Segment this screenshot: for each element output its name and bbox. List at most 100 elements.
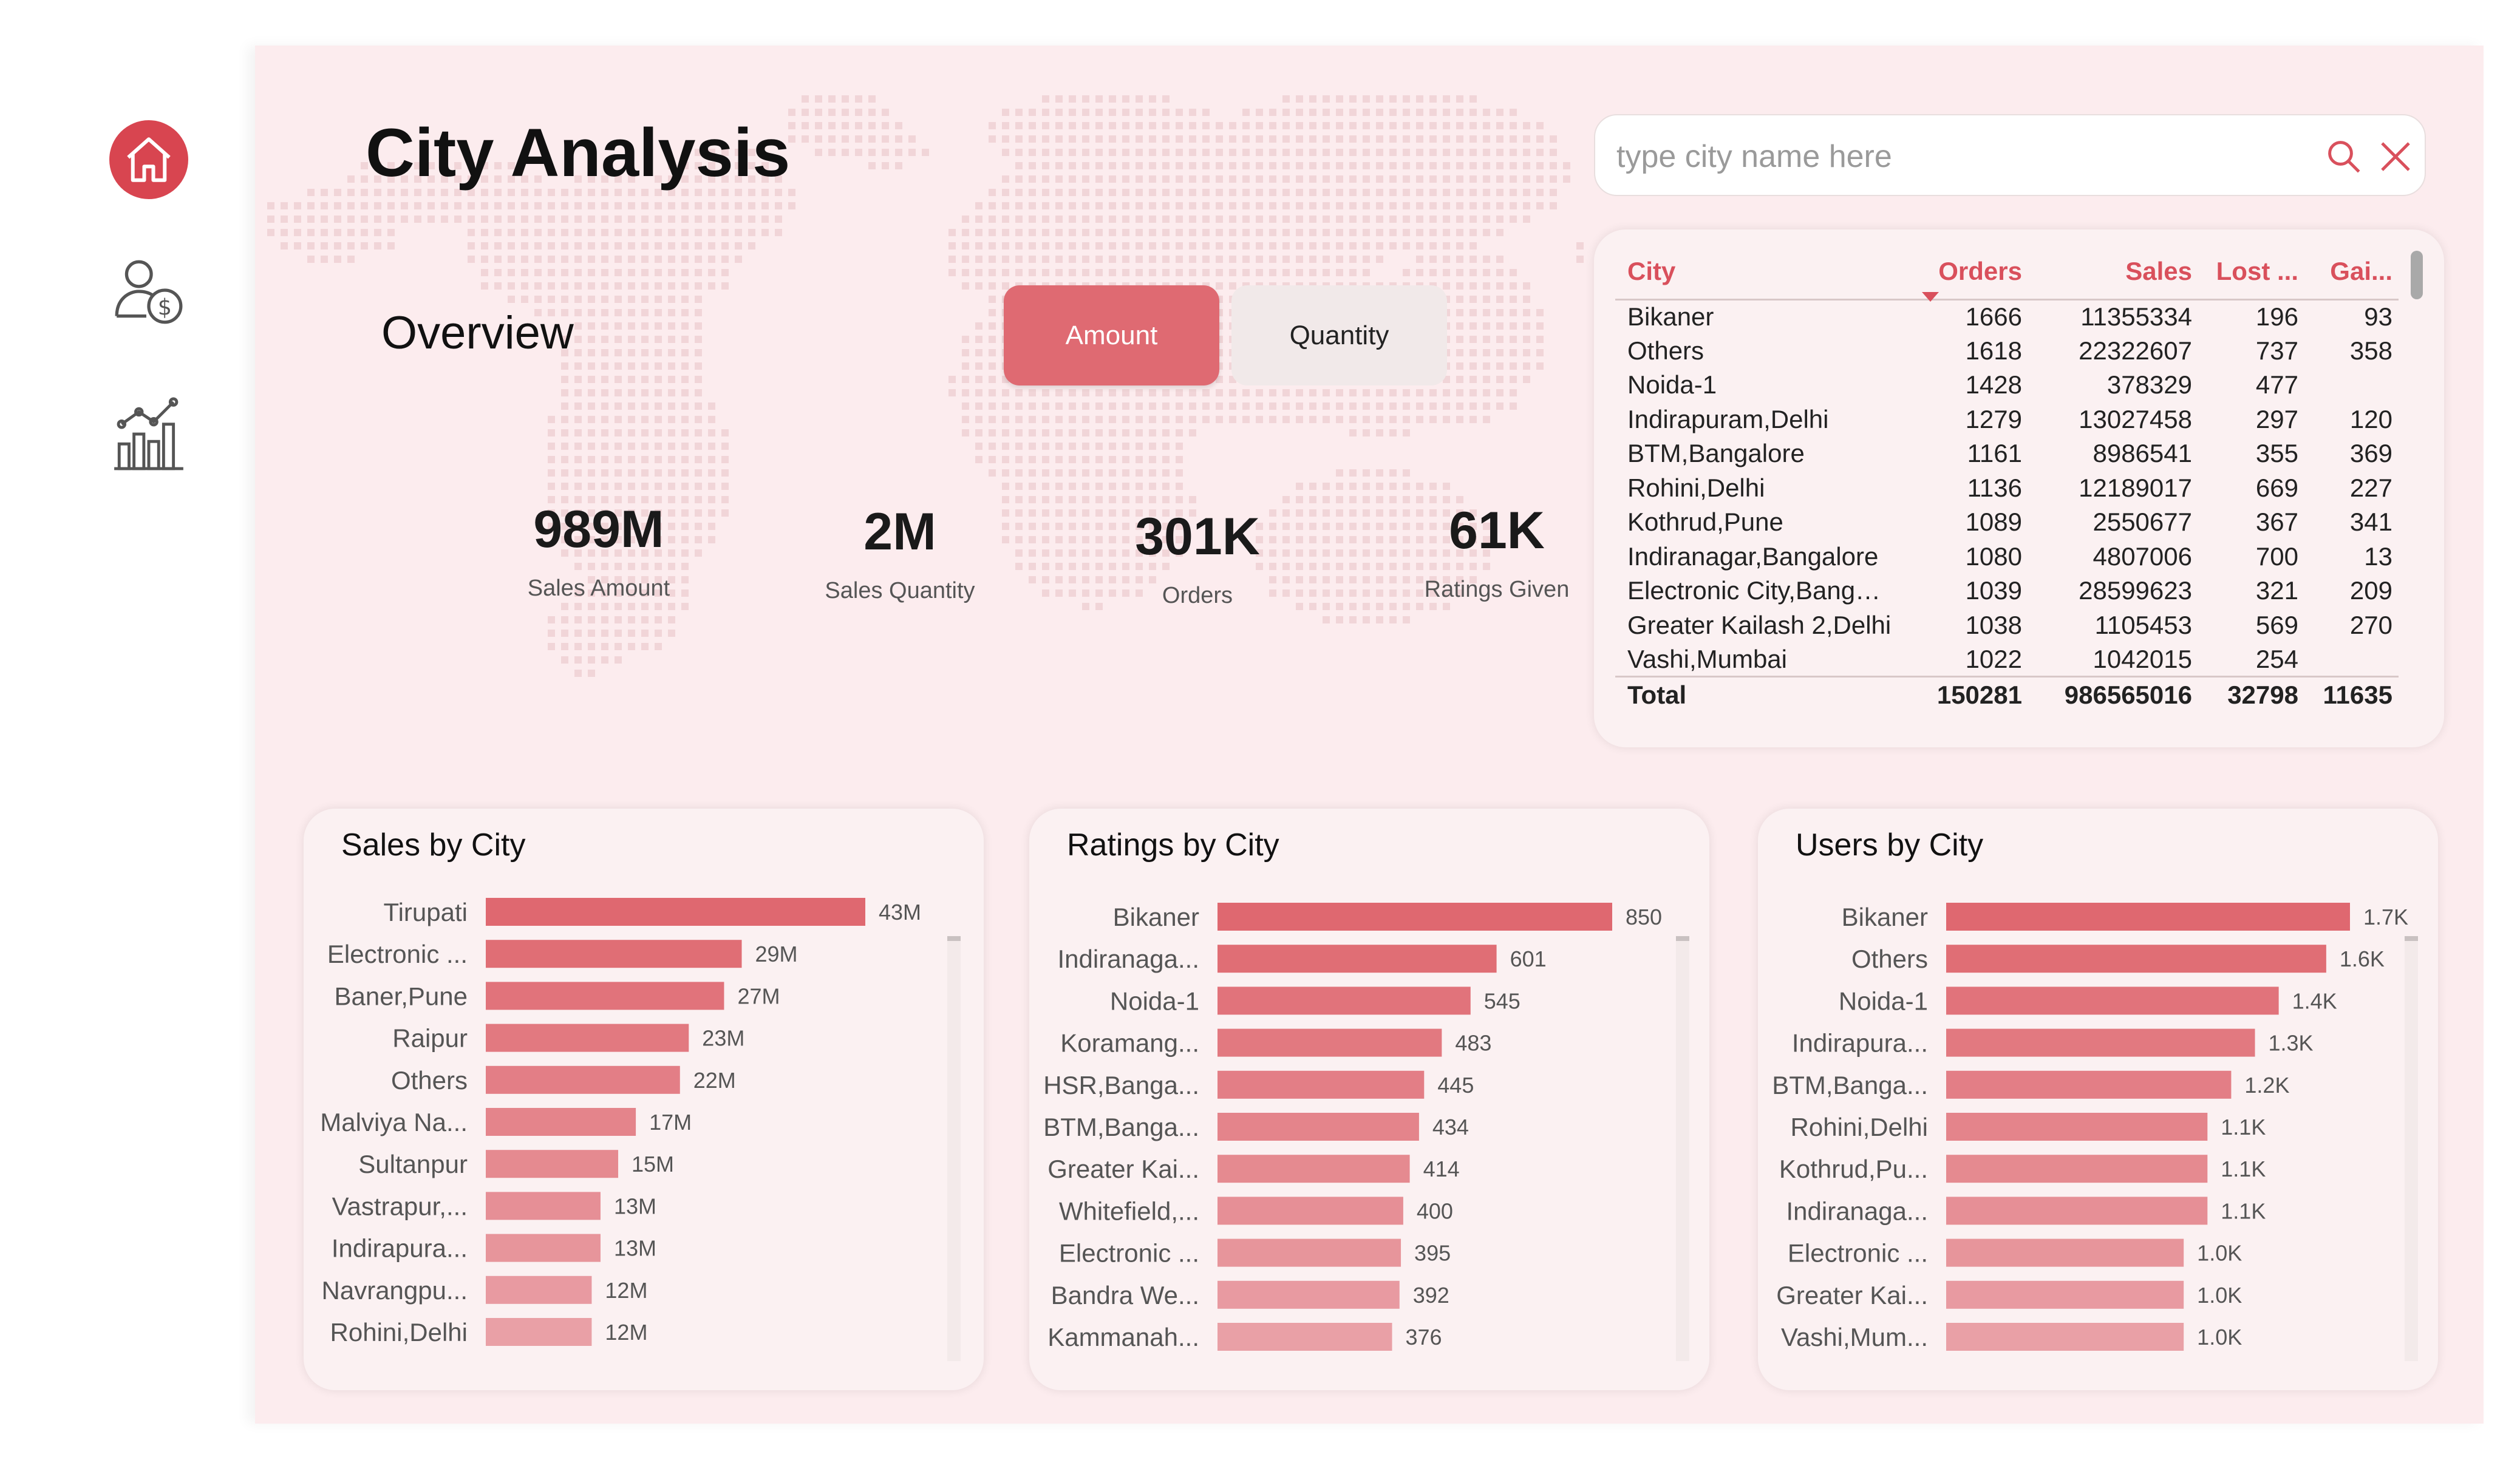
users-by-city-card: Users by City Bikaner 1.7K Others 1.6K Noida… <box>1758 809 2438 1390</box>
nav-analytics-button[interactable] <box>109 395 188 474</box>
category-label: Rohini,Delhi <box>1791 1113 1928 1141</box>
cell-lost: 321 <box>2255 576 2298 605</box>
category-label: Baner,Pune <box>334 982 468 1010</box>
column-header-lost[interactable]: Lost ... <box>2198 245 2304 299</box>
chart-scrollbar-thumb[interactable] <box>2405 936 2418 941</box>
bar[interactable] <box>486 1318 592 1346</box>
data-label: 1.3K <box>2269 1031 2314 1056</box>
table-row[interactable]: Kothrud,Pune 1089 2550677 367 341 <box>1615 505 2399 540</box>
bar[interactable] <box>1946 1238 2184 1267</box>
data-label: 1.7K <box>2363 905 2408 929</box>
cell-gained: 227 <box>2349 473 2392 502</box>
bar[interactable] <box>486 1275 592 1304</box>
table-row[interactable]: Noida-1 1428 378329 477 <box>1615 368 2399 402</box>
cell-orders: 1428 <box>1965 370 2022 399</box>
search-icon[interactable] <box>2324 137 2364 177</box>
bar[interactable] <box>1217 1197 1403 1225</box>
chart-scrollbar-thumb[interactable] <box>1676 936 1689 941</box>
table-row[interactable]: Bikaner 1666 11355334 196 93 <box>1615 299 2399 334</box>
bar[interactable] <box>1217 987 1471 1015</box>
bar[interactable] <box>1217 945 1497 973</box>
section-overview-heading: Overview <box>381 307 574 359</box>
bar[interactable] <box>1946 1070 2232 1099</box>
column-header-gained[interactable]: Gai... <box>2304 245 2399 299</box>
category-label: Kothrud,Pu... <box>1779 1155 1928 1183</box>
bar[interactable] <box>1946 1323 2184 1351</box>
cell-city: Indiranagar,Bangalore <box>1627 542 1879 571</box>
nav-customers-button[interactable]: $ <box>109 252 188 331</box>
data-label: 483 <box>1455 1031 1491 1056</box>
bar[interactable] <box>1946 987 2279 1015</box>
bar[interactable] <box>486 1065 680 1094</box>
table-row[interactable]: Electronic City,Bangal... 1039 28599623 321… <box>1615 574 2399 608</box>
nav-home-button[interactable] <box>109 120 188 199</box>
data-label: 392 <box>1413 1283 1449 1308</box>
bar[interactable] <box>486 940 742 968</box>
bar[interactable] <box>1946 1028 2255 1057</box>
chart-scrollbar[interactable] <box>1676 936 1689 1361</box>
bar[interactable] <box>1946 903 2350 931</box>
table-row[interactable]: Indiranagar,Bangalore 1080 4807006 700 13 <box>1615 540 2399 574</box>
table-row[interactable]: Greater Kailash 2,Delhi 1038 1105453 569 270 <box>1615 608 2399 643</box>
category-label: Vashi,Mum... <box>1781 1323 1928 1351</box>
chart-scrollbar[interactable] <box>2405 936 2418 1361</box>
table-scrollbar-thumb[interactable] <box>2411 251 2423 299</box>
data-label: 43M <box>879 900 921 925</box>
category-label: Whitefield,... <box>1059 1197 1199 1225</box>
bar[interactable] <box>486 1108 636 1136</box>
data-label: 23M <box>702 1026 744 1051</box>
svg-text:$: $ <box>158 294 172 321</box>
table-row[interactable]: BTM,Bangalore 1161 8986541 355 369 <box>1615 436 2399 471</box>
cell-sales: 378329 <box>2106 370 2192 399</box>
bar[interactable] <box>1946 1280 2184 1309</box>
data-label: 434 <box>1432 1115 1469 1139</box>
clear-search-icon[interactable] <box>2375 137 2416 177</box>
bar[interactable] <box>1946 1197 2208 1225</box>
bar[interactable] <box>486 1150 619 1178</box>
bar[interactable] <box>486 1234 601 1262</box>
cell-orders: 1089 <box>1965 508 2022 537</box>
table-row[interactable]: Vashi,Mumbai 1022 1042015 254 <box>1615 642 2399 677</box>
table-row[interactable]: Indirapuram,Delhi 1279 13027458 297 120 <box>1615 402 2399 437</box>
category-label: Navrangpu... <box>322 1276 468 1305</box>
column-header-orders[interactable]: Orders <box>1901 245 2028 299</box>
bar[interactable] <box>1946 1155 2208 1183</box>
bar[interactable] <box>1217 1155 1410 1183</box>
bar[interactable] <box>1217 1113 1419 1141</box>
cell-orders: 1618 <box>1965 336 2022 365</box>
bar[interactable] <box>1946 1113 2208 1141</box>
bar[interactable] <box>1217 1238 1401 1267</box>
bar[interactable] <box>486 1024 689 1052</box>
amount-toggle-button[interactable]: Amount <box>1004 285 1219 385</box>
table-row[interactable]: Rohini,Delhi 1136 12189017 669 227 <box>1615 471 2399 506</box>
chart-scrollbar[interactable] <box>947 936 961 1361</box>
bar[interactable] <box>1217 1280 1400 1309</box>
bar[interactable] <box>1217 903 1612 931</box>
city-search-input[interactable] <box>1616 134 2284 179</box>
data-label: 395 <box>1414 1241 1451 1266</box>
category-label: HSR,Banga... <box>1043 1071 1199 1099</box>
column-header-city[interactable]: City <box>1615 245 1901 299</box>
bar[interactable] <box>486 898 865 926</box>
cell-sales: 22322607 <box>2079 336 2192 365</box>
column-header-sales[interactable]: Sales <box>2028 245 2198 299</box>
quantity-toggle-button[interactable]: Quantity <box>1231 285 1447 385</box>
table-row[interactable]: Others 1618 22322607 737 358 <box>1615 334 2399 368</box>
chart-scrollbar-thumb[interactable] <box>947 936 961 941</box>
bar[interactable] <box>1217 1070 1425 1099</box>
bar[interactable] <box>486 1192 601 1220</box>
bar[interactable] <box>1946 945 2326 973</box>
bar[interactable] <box>486 982 724 1010</box>
cell-city: Kothrud,Pune <box>1627 508 1783 537</box>
data-label: 1.1K <box>2221 1198 2266 1223</box>
cell-lost: 737 <box>2255 336 2298 365</box>
data-label: 445 <box>1437 1073 1474 1098</box>
cell-orders: 1038 <box>1965 610 2022 639</box>
table-scrollbar[interactable] <box>2411 251 2423 724</box>
table-header-row: City Orders Sales Lost ... Gai... <box>1615 245 2399 299</box>
sales-by-city-card: Sales by City Tirupati 43M Electronic ... 2… <box>304 809 984 1390</box>
bar[interactable] <box>1217 1323 1392 1351</box>
data-label: 1.1K <box>2221 1115 2266 1139</box>
bar[interactable] <box>1217 1028 1442 1057</box>
kpi-card: 2M Sales Quantity <box>772 502 1027 604</box>
